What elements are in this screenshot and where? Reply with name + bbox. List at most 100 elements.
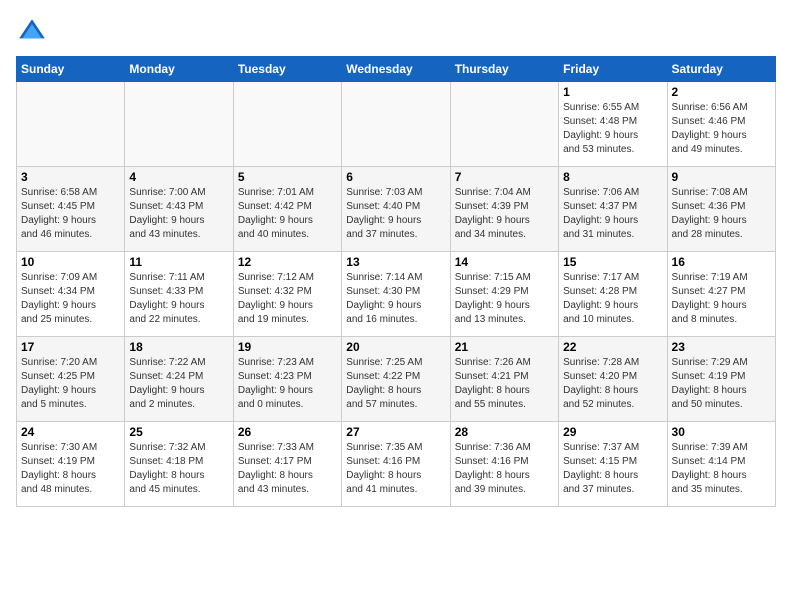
calendar-week-row: 1 Sunrise: 6:55 AM Sunset: 4:48 PM Daylig…	[17, 82, 776, 167]
weekday-header: Sunday	[17, 57, 125, 82]
day-info: Sunrise: 7:04 AM Sunset: 4:39 PM Dayligh…	[455, 186, 554, 242]
day-info: Sunrise: 6:58 AM Sunset: 4:45 PM Dayligh…	[21, 186, 120, 242]
day-info: Sunrise: 7:37 AM Sunset: 4:15 PM Dayligh…	[563, 441, 662, 497]
day-number: 8	[563, 170, 662, 184]
day-number: 30	[672, 425, 771, 439]
day-number: 3	[21, 170, 120, 184]
calendar-cell	[17, 82, 125, 167]
day-number: 12	[238, 255, 337, 269]
calendar-cell: 4Sunrise: 7:00 AM Sunset: 4:43 PM Daylig…	[125, 167, 233, 252]
day-info: Sunrise: 7:14 AM Sunset: 4:30 PM Dayligh…	[346, 271, 445, 327]
day-number: 25	[129, 425, 228, 439]
day-number: 28	[455, 425, 554, 439]
calendar-cell: 27 Sunrise: 7:35 AM Sunset: 4:16 PM Dayli…	[342, 422, 450, 507]
calendar-cell: 13 Sunrise: 7:14 AM Sunset: 4:30 PM Dayli…	[342, 252, 450, 337]
calendar-cell: 25 Sunrise: 7:32 AM Sunset: 4:18 PM Dayli…	[125, 422, 233, 507]
calendar-cell: 1 Sunrise: 6:55 AM Sunset: 4:48 PM Daylig…	[559, 82, 667, 167]
day-number: 20	[346, 340, 445, 354]
day-number: 19	[238, 340, 337, 354]
day-number: 1	[563, 85, 662, 99]
day-number: 13	[346, 255, 445, 269]
weekday-header: Friday	[559, 57, 667, 82]
calendar-cell: 18Sunrise: 7:22 AM Sunset: 4:24 PM Dayli…	[125, 337, 233, 422]
day-info: Sunrise: 7:01 AM Sunset: 4:42 PM Dayligh…	[238, 186, 337, 242]
calendar-cell: 10 Sunrise: 7:09 AM Sunset: 4:34 PM Dayli…	[17, 252, 125, 337]
calendar-cell: 24Sunrise: 7:30 AM Sunset: 4:19 PM Dayli…	[17, 422, 125, 507]
calendar-cell: 6 Sunrise: 7:03 AM Sunset: 4:40 PM Daylig…	[342, 167, 450, 252]
calendar-cell: 28 Sunrise: 7:36 AM Sunset: 4:16 PM Dayli…	[450, 422, 558, 507]
day-number: 22	[563, 340, 662, 354]
day-number: 5	[238, 170, 337, 184]
day-info: Sunrise: 7:12 AM Sunset: 4:32 PM Dayligh…	[238, 271, 337, 327]
calendar-cell: 3 Sunrise: 6:58 AM Sunset: 4:45 PM Daylig…	[17, 167, 125, 252]
calendar-cell: 9 Sunrise: 7:08 AM Sunset: 4:36 PM Daylig…	[667, 167, 775, 252]
day-info: Sunrise: 7:11 AM Sunset: 4:33 PM Dayligh…	[129, 271, 228, 327]
day-info: Sunrise: 6:55 AM Sunset: 4:48 PM Dayligh…	[563, 101, 662, 157]
day-info: Sunrise: 7:35 AM Sunset: 4:16 PM Dayligh…	[346, 441, 445, 497]
day-info: Sunrise: 7:09 AM Sunset: 4:34 PM Dayligh…	[21, 271, 120, 327]
weekday-header: Wednesday	[342, 57, 450, 82]
day-info: Sunrise: 7:39 AM Sunset: 4:14 PM Dayligh…	[672, 441, 771, 497]
logo	[16, 16, 52, 48]
weekday-header: Thursday	[450, 57, 558, 82]
day-info: Sunrise: 7:26 AM Sunset: 4:21 PM Dayligh…	[455, 356, 554, 412]
calendar-week-row: 10 Sunrise: 7:09 AM Sunset: 4:34 PM Dayli…	[17, 252, 776, 337]
day-number: 9	[672, 170, 771, 184]
calendar-header-row: SundayMondayTuesdayWednesdayThursdayFrid…	[17, 57, 776, 82]
day-number: 14	[455, 255, 554, 269]
day-number: 7	[455, 170, 554, 184]
day-info: Sunrise: 7:36 AM Sunset: 4:16 PM Dayligh…	[455, 441, 554, 497]
calendar-table: SundayMondayTuesdayWednesdayThursdayFrid…	[16, 56, 776, 507]
calendar-cell: 20 Sunrise: 7:25 AM Sunset: 4:22 PM Dayli…	[342, 337, 450, 422]
calendar-cell: 17Sunrise: 7:20 AM Sunset: 4:25 PM Dayli…	[17, 337, 125, 422]
day-info: Sunrise: 7:22 AM Sunset: 4:24 PM Dayligh…	[129, 356, 228, 412]
calendar-cell: 29Sunrise: 7:37 AM Sunset: 4:15 PM Dayli…	[559, 422, 667, 507]
page-header	[16, 16, 776, 48]
calendar-cell	[342, 82, 450, 167]
calendar-week-row: 17Sunrise: 7:20 AM Sunset: 4:25 PM Dayli…	[17, 337, 776, 422]
calendar-cell	[233, 82, 341, 167]
calendar-week-row: 24Sunrise: 7:30 AM Sunset: 4:19 PM Dayli…	[17, 422, 776, 507]
calendar-cell: 26 Sunrise: 7:33 AM Sunset: 4:17 PM Dayli…	[233, 422, 341, 507]
calendar-cell	[125, 82, 233, 167]
day-number: 10	[21, 255, 120, 269]
weekday-header: Tuesday	[233, 57, 341, 82]
day-info: Sunrise: 7:32 AM Sunset: 4:18 PM Dayligh…	[129, 441, 228, 497]
weekday-header: Monday	[125, 57, 233, 82]
day-info: Sunrise: 7:28 AM Sunset: 4:20 PM Dayligh…	[563, 356, 662, 412]
calendar-cell: 14 Sunrise: 7:15 AM Sunset: 4:29 PM Dayli…	[450, 252, 558, 337]
day-info: Sunrise: 7:06 AM Sunset: 4:37 PM Dayligh…	[563, 186, 662, 242]
day-info: Sunrise: 7:25 AM Sunset: 4:22 PM Dayligh…	[346, 356, 445, 412]
day-info: Sunrise: 7:15 AM Sunset: 4:29 PM Dayligh…	[455, 271, 554, 327]
day-number: 6	[346, 170, 445, 184]
calendar-cell: 11 Sunrise: 7:11 AM Sunset: 4:33 PM Dayli…	[125, 252, 233, 337]
calendar-cell: 21 Sunrise: 7:26 AM Sunset: 4:21 PM Dayli…	[450, 337, 558, 422]
calendar-cell	[450, 82, 558, 167]
calendar-cell: 16 Sunrise: 7:19 AM Sunset: 4:27 PM Dayli…	[667, 252, 775, 337]
day-info: Sunrise: 7:03 AM Sunset: 4:40 PM Dayligh…	[346, 186, 445, 242]
calendar-cell: 12 Sunrise: 7:12 AM Sunset: 4:32 PM Dayli…	[233, 252, 341, 337]
calendar-cell: 8 Sunrise: 7:06 AM Sunset: 4:37 PM Daylig…	[559, 167, 667, 252]
logo-icon	[16, 16, 48, 48]
calendar-cell: 23 Sunrise: 7:29 AM Sunset: 4:19 PM Dayli…	[667, 337, 775, 422]
day-number: 27	[346, 425, 445, 439]
calendar-cell: 2Sunrise: 6:56 AM Sunset: 4:46 PM Daylig…	[667, 82, 775, 167]
day-number: 11	[129, 255, 228, 269]
day-info: Sunrise: 7:33 AM Sunset: 4:17 PM Dayligh…	[238, 441, 337, 497]
day-number: 16	[672, 255, 771, 269]
calendar-cell: 7 Sunrise: 7:04 AM Sunset: 4:39 PM Daylig…	[450, 167, 558, 252]
day-info: Sunrise: 7:17 AM Sunset: 4:28 PM Dayligh…	[563, 271, 662, 327]
day-info: Sunrise: 7:29 AM Sunset: 4:19 PM Dayligh…	[672, 356, 771, 412]
day-number: 23	[672, 340, 771, 354]
calendar-cell: 30 Sunrise: 7:39 AM Sunset: 4:14 PM Dayli…	[667, 422, 775, 507]
day-info: Sunrise: 7:19 AM Sunset: 4:27 PM Dayligh…	[672, 271, 771, 327]
day-number: 26	[238, 425, 337, 439]
day-number: 17	[21, 340, 120, 354]
calendar-week-row: 3 Sunrise: 6:58 AM Sunset: 4:45 PM Daylig…	[17, 167, 776, 252]
day-number: 21	[455, 340, 554, 354]
day-number: 2	[672, 85, 771, 99]
calendar-cell: 5 Sunrise: 7:01 AM Sunset: 4:42 PM Daylig…	[233, 167, 341, 252]
day-number: 4	[129, 170, 228, 184]
day-info: Sunrise: 7:08 AM Sunset: 4:36 PM Dayligh…	[672, 186, 771, 242]
calendar-cell: 22 Sunrise: 7:28 AM Sunset: 4:20 PM Dayli…	[559, 337, 667, 422]
